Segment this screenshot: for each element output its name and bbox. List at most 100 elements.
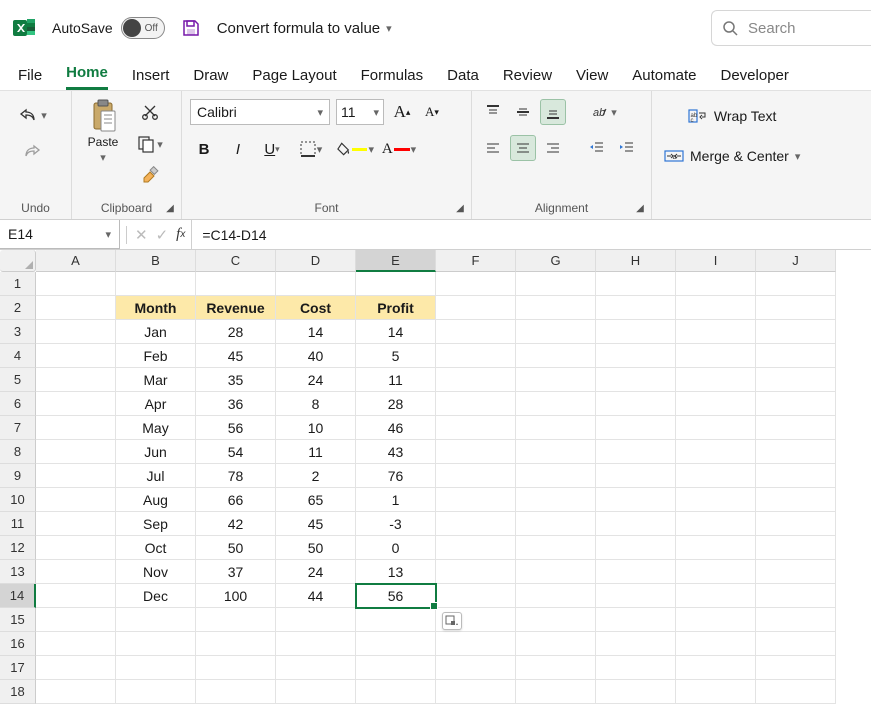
cell[interactable]: Jul — [116, 464, 196, 488]
cell[interactable]: Mar — [116, 368, 196, 392]
cell[interactable] — [196, 656, 276, 680]
cell[interactable]: 10 — [276, 416, 356, 440]
cell[interactable]: 56 — [196, 416, 276, 440]
column-header[interactable]: H — [596, 250, 676, 272]
cell[interactable]: 65 — [276, 488, 356, 512]
cell[interactable] — [116, 680, 196, 704]
cell[interactable]: Jun — [116, 440, 196, 464]
cell[interactable] — [36, 272, 116, 296]
redo-button[interactable] — [8, 137, 56, 165]
cell[interactable]: -3 — [356, 512, 436, 536]
cell[interactable]: 76 — [356, 464, 436, 488]
undo-button[interactable]: ▾ — [8, 101, 56, 129]
cell[interactable]: 100 — [196, 584, 276, 608]
cell[interactable] — [436, 296, 516, 320]
cell[interactable] — [276, 608, 356, 632]
cell[interactable] — [756, 536, 836, 560]
row-header[interactable]: 9 — [0, 464, 36, 488]
cell[interactable] — [756, 560, 836, 584]
cell[interactable] — [36, 584, 116, 608]
cell[interactable] — [596, 656, 676, 680]
cell[interactable]: 78 — [196, 464, 276, 488]
cell[interactable] — [516, 632, 596, 656]
cell[interactable]: 36 — [196, 392, 276, 416]
cell[interactable] — [436, 440, 516, 464]
cell[interactable] — [676, 656, 756, 680]
align-middle-button[interactable] — [510, 99, 536, 125]
decrease-font-button[interactable]: A▾ — [420, 100, 444, 124]
formula-bar[interactable]: =C14-D14 — [192, 220, 871, 249]
cell[interactable] — [596, 296, 676, 320]
tab-page-layout[interactable]: Page Layout — [252, 67, 336, 90]
cell[interactable] — [436, 416, 516, 440]
cell[interactable] — [596, 416, 676, 440]
cell[interactable] — [276, 656, 356, 680]
cell[interactable] — [36, 296, 116, 320]
alignment-dialog-launcher[interactable]: ◢ — [633, 201, 647, 215]
cell[interactable]: 5 — [356, 344, 436, 368]
cell[interactable] — [516, 464, 596, 488]
cell[interactable] — [36, 440, 116, 464]
cell[interactable]: Nov — [116, 560, 196, 584]
cell[interactable]: 14 — [276, 320, 356, 344]
cell[interactable] — [516, 368, 596, 392]
row-header[interactable]: 11 — [0, 512, 36, 536]
cell[interactable] — [196, 632, 276, 656]
cell[interactable] — [436, 632, 516, 656]
row-header[interactable]: 14 — [0, 584, 36, 608]
cell[interactable] — [36, 536, 116, 560]
column-header[interactable]: F — [436, 250, 516, 272]
cell[interactable]: 24 — [276, 560, 356, 584]
cell[interactable] — [356, 632, 436, 656]
tab-formulas[interactable]: Formulas — [361, 67, 424, 90]
cell[interactable] — [516, 392, 596, 416]
fill-color-button[interactable]: ▾ — [336, 135, 374, 163]
cell[interactable]: 54 — [196, 440, 276, 464]
cell[interactable] — [36, 320, 116, 344]
cell[interactable]: Profit — [356, 296, 436, 320]
cell[interactable] — [436, 368, 516, 392]
cell[interactable]: May — [116, 416, 196, 440]
cell[interactable] — [436, 464, 516, 488]
cell[interactable] — [36, 656, 116, 680]
cell[interactable] — [676, 680, 756, 704]
cell[interactable]: Aug — [116, 488, 196, 512]
insert-function-button[interactable]: fx — [176, 226, 185, 243]
cell[interactable]: Feb — [116, 344, 196, 368]
cell[interactable] — [436, 536, 516, 560]
document-action[interactable]: Convert formula to value ▾ — [217, 20, 392, 37]
cell[interactable] — [516, 608, 596, 632]
cell[interactable]: 1 — [356, 488, 436, 512]
column-header[interactable]: I — [676, 250, 756, 272]
cell[interactable] — [756, 656, 836, 680]
cell[interactable] — [516, 440, 596, 464]
cell[interactable] — [116, 632, 196, 656]
cell[interactable]: 44 — [276, 584, 356, 608]
cell[interactable]: 24 — [276, 368, 356, 392]
cell[interactable] — [676, 320, 756, 344]
cell[interactable]: 45 — [196, 344, 276, 368]
cell[interactable]: 45 — [276, 512, 356, 536]
cell[interactable] — [196, 608, 276, 632]
font-name-select[interactable]: Calibri ▾ — [190, 99, 330, 125]
cell[interactable] — [516, 536, 596, 560]
cell[interactable] — [116, 272, 196, 296]
cell[interactable]: 46 — [356, 416, 436, 440]
column-header[interactable]: C — [196, 250, 276, 272]
cell[interactable] — [756, 608, 836, 632]
cell[interactable]: 50 — [276, 536, 356, 560]
cell[interactable] — [756, 320, 836, 344]
cell[interactable] — [676, 392, 756, 416]
cell[interactable] — [596, 632, 676, 656]
cell[interactable] — [436, 488, 516, 512]
cell[interactable] — [596, 464, 676, 488]
cell[interactable]: Jan — [116, 320, 196, 344]
cell[interactable]: Cost — [276, 296, 356, 320]
cell[interactable]: 11 — [356, 368, 436, 392]
align-right-button[interactable] — [540, 135, 566, 161]
cell[interactable]: 14 — [356, 320, 436, 344]
font-color-button[interactable]: A ▾ — [380, 135, 418, 163]
increase-font-button[interactable]: A▴ — [390, 100, 414, 124]
cell[interactable] — [596, 560, 676, 584]
cell[interactable] — [436, 320, 516, 344]
